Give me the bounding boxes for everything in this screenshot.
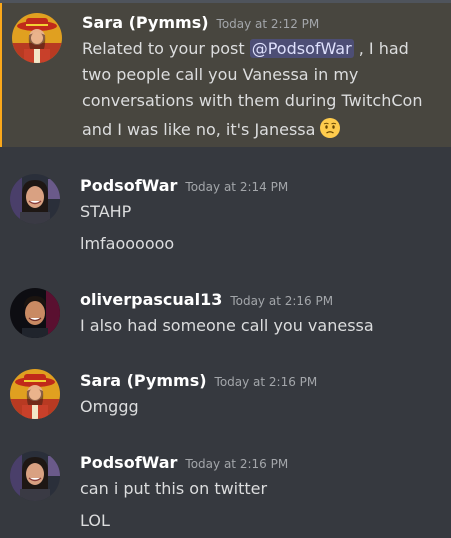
message-author[interactable]: Sara (Pymms) Today at 2:12 PM: [82, 13, 319, 32]
sara-avatar-image: [12, 13, 62, 63]
message[interactable]: PodsofWar Today at 2:14 PM STAHP lmfaoooo…: [0, 168, 451, 258]
user-mention[interactable]: @PodsofWar: [249, 39, 354, 58]
avatar-podsofwar[interactable]: [10, 174, 60, 224]
message-text-line: two people call you Vanessa in my: [82, 65, 359, 84]
author-name[interactable]: Sara (Pymms): [80, 371, 207, 390]
text-segment: , I had: [353, 39, 409, 58]
message-timestamp[interactable]: Today at 2:14 PM: [185, 180, 288, 194]
message-text-line: LOL: [80, 511, 110, 530]
message-timestamp[interactable]: Today at 2:16 PM: [185, 457, 288, 471]
message[interactable]: oliverpascual13 Today at 2:16 PM I also h…: [0, 282, 451, 342]
author-name[interactable]: PodsofWar: [80, 453, 177, 472]
author-name[interactable]: Sara (Pymms): [82, 13, 209, 32]
avatar-oliverpascual13[interactable]: [10, 288, 60, 338]
avatar-podsofwar[interactable]: [10, 451, 60, 501]
message-text-line: I also had someone call you vanessa: [80, 316, 374, 335]
message-timestamp[interactable]: Today at 2:16 PM: [230, 294, 333, 308]
author-name[interactable]: PodsofWar: [80, 176, 177, 195]
avatar-sara-pymms[interactable]: [10, 369, 60, 419]
message-timestamp[interactable]: Today at 2:12 PM: [217, 17, 320, 31]
message-author[interactable]: oliverpascual13 Today at 2:16 PM: [80, 290, 333, 309]
message-author[interactable]: PodsofWar Today at 2:14 PM: [80, 176, 288, 195]
message-author[interactable]: Sara (Pymms) Today at 2:16 PM: [80, 371, 317, 390]
message-text-line: Related to your post @PodsofWar , I had: [82, 39, 409, 58]
message[interactable]: Sara (Pymms) Today at 2:16 PM Omggg: [0, 364, 451, 424]
message-text-line: Omggg: [80, 397, 139, 416]
message-timestamp[interactable]: Today at 2:16 PM: [215, 375, 318, 389]
message-highlighted[interactable]: Sara (Pymms) Today at 2:12 PM Related to …: [0, 3, 451, 147]
message-text-line: can i put this on twitter: [80, 479, 268, 498]
podsofwar-avatar-image: [10, 174, 60, 224]
message[interactable]: PodsofWar Today at 2:16 PM can i put this…: [0, 446, 451, 538]
text-segment: and I was like no, it's Janessa: [82, 120, 316, 139]
sara-avatar-image: [10, 369, 60, 419]
message-text-line: conversations with them during TwitchCon: [82, 91, 423, 110]
message-author[interactable]: PodsofWar Today at 2:16 PM: [80, 453, 288, 472]
oliverpascual13-avatar-image: [10, 288, 60, 338]
avatar-sara-pymms[interactable]: [12, 13, 62, 63]
author-name[interactable]: oliverpascual13: [80, 290, 222, 309]
message-text-line: and I was like no, it's Janessa: [82, 117, 341, 143]
confused-face-emoji-icon[interactable]: [319, 117, 341, 143]
podsofwar-avatar-image: [10, 451, 60, 501]
message-text-line: lmfaoooooo: [80, 234, 175, 253]
message-text-line: STAHP: [80, 202, 132, 221]
text-segment: Related to your post: [82, 39, 250, 58]
